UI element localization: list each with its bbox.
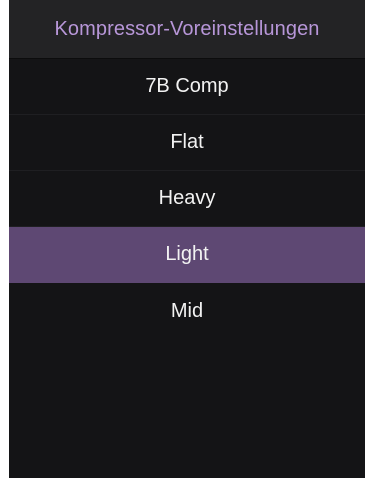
preset-list: 7B Comp Flat Heavy Light Mid: [9, 59, 365, 339]
compressor-presets-panel: Kompressor-Voreinstellungen 7B Comp Flat…: [9, 0, 365, 478]
preset-label: Light: [165, 243, 209, 265]
preset-item-7b-comp[interactable]: 7B Comp: [9, 59, 365, 115]
header-title: Kompressor-Voreinstellungen: [54, 17, 320, 40]
preset-label: Flat: [170, 131, 204, 153]
preset-label: Heavy: [158, 187, 216, 209]
preset-item-light[interactable]: Light: [9, 227, 365, 283]
preset-item-flat[interactable]: Flat: [9, 115, 365, 171]
preset-label: 7B Comp: [145, 75, 229, 97]
preset-label: Mid: [170, 299, 204, 322]
preset-item-mid[interactable]: Mid: [9, 283, 365, 339]
preset-item-heavy[interactable]: Heavy: [9, 171, 365, 227]
header: Kompressor-Voreinstellungen: [9, 0, 365, 59]
